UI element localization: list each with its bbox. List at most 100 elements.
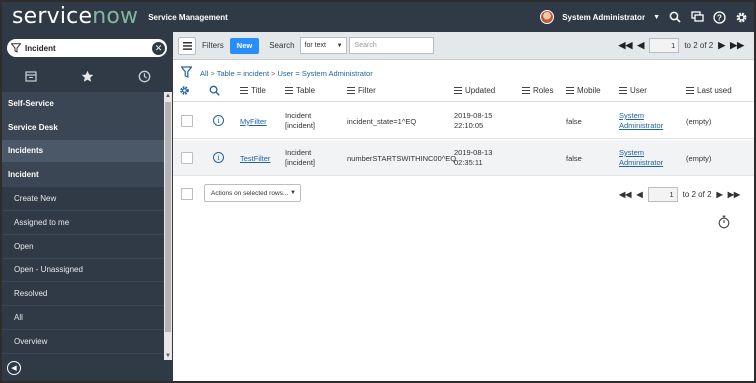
sidebar-item-assigned-to-me[interactable]: Assigned to me [2,211,164,235]
history-clock-icon[interactable] [135,68,155,84]
column-header-table[interactable]: Table [285,86,315,95]
breadcrumb-item[interactable]: Table = incident [217,69,269,78]
column-header-roles[interactable]: Roles [522,86,553,95]
previous-page-icon[interactable]: ◀ [636,190,642,199]
table-row[interactable]: i TestFilter Incident [incident] numberST… [173,140,754,176]
column-header-user[interactable]: User [619,86,647,95]
avatar[interactable] [540,10,555,24]
user-link[interactable]: System Administrator [619,111,663,131]
favorites-star-icon[interactable] [78,68,98,84]
column-header-title[interactable]: Title [240,86,266,95]
clear-filter-icon[interactable]: ✕ [152,41,165,55]
filter-funnel-icon[interactable] [180,66,193,80]
bottom-pager: ◀◀ ◀ 1 to 2 of 2 ▶ ▶▶ [619,187,740,202]
title-link[interactable]: TestFilter [240,154,270,164]
sidebar-item-self-service[interactable]: Self-Service [2,92,164,116]
page-number-input[interactable]: 1 [647,187,678,202]
top-banner: servicenow Service Management System Adm… [2,2,754,32]
connect-chat-icon[interactable] [690,10,704,24]
first-page-icon[interactable]: ◀◀ [619,190,631,199]
last-page-icon[interactable]: ▶▶ [730,40,744,51]
column-header-mobile[interactable]: Mobile [566,86,601,95]
search-label: Search [269,41,295,50]
scroll-up-icon[interactable]: ▲ [165,93,171,99]
previous-page-icon[interactable]: ◀ [637,40,644,51]
row-checkbox[interactable] [181,115,193,127]
navigator-scrollbar[interactable]: ▲ ▼ [164,92,172,360]
first-page-icon[interactable]: ◀◀ [619,40,633,51]
search-icon[interactable] [668,10,682,24]
app-window: servicenow Service Management System Adm… [0,0,756,383]
last-used-cell: (empty) [686,154,712,163]
app-title: Service Management [148,12,228,22]
last-page-icon[interactable]: ▶▶ [728,190,740,199]
column-menu-icon [347,87,355,94]
filter-cell: numberSTARTSWITHINC00^EQ [347,154,457,163]
sidebar-item-create-new[interactable]: Create New [2,187,164,211]
navigator-filter-input[interactable]: Incident [25,44,152,53]
navigator-tabs [2,66,173,86]
list-footer: Actions on selected rows... ▼ ◀◀ ◀ 1 to 2… [173,179,754,209]
column-header-last-used[interactable]: Last used [686,86,732,95]
updated-cell: 2019-08-13 02:35:11 [454,148,493,167]
table-row[interactable]: i MyFilter Incident [incident] incident_s… [173,103,754,139]
title-link[interactable]: MyFilter [240,117,267,127]
application-navigator: Incident ✕ Self-Service Service Desk Incid… [2,32,173,381]
column-header-updated[interactable]: Updated [454,86,495,95]
search-field-select[interactable]: for text ▼ [299,37,347,54]
chevron-down-icon: ▼ [290,190,296,196]
scrollbar-thumb[interactable] [165,102,171,332]
page-range-text: to 2 of 2 [682,190,712,199]
banner-user-area: System Administrator ▼ ? [540,2,748,32]
column-header-filter[interactable]: Filter [347,86,376,95]
user-link[interactable]: System Administrator [619,148,663,168]
mobile-cell: false [566,117,582,126]
navigator-filter[interactable]: Incident ✕ [7,39,167,57]
sidebar-item-all[interactable]: All [2,306,164,330]
breadcrumb-all[interactable]: All [200,69,208,78]
sidebar-item-service-desk[interactable]: Service Desk [2,115,164,140]
list-menu-icon[interactable] [178,36,196,55]
chevron-down-icon: ▼ [336,42,343,49]
column-menu-icon [285,87,293,94]
sidebar-item-incidents[interactable]: Incidents [2,139,164,164]
filters-label: Filters [202,41,224,50]
next-page-icon[interactable]: ▶ [717,190,723,199]
search-input[interactable]: Search [348,37,434,54]
next-page-icon[interactable]: ▶ [718,40,725,51]
sidebar-item-overview[interactable]: Overview [2,330,164,354]
gear-icon[interactable] [734,10,748,24]
search-icon[interactable] [209,85,220,96]
svg-text:?: ? [717,13,722,22]
table-cell: Incident [incident] [285,111,316,130]
scroll-down-icon[interactable]: ▼ [165,353,171,359]
response-time-stopwatch-icon[interactable] [718,215,730,229]
sidebar-item-resolved[interactable]: Resolved [2,282,164,307]
breadcrumb-item[interactable]: User = System Administrator [277,69,372,78]
filter-cell: incident_state=1^EQ [347,117,417,126]
sidebar-item-open[interactable]: Open [2,235,164,259]
sidebar-item-incident[interactable]: Incident [2,163,164,188]
column-menu-icon [566,87,574,94]
column-menu-icon [240,87,248,94]
select-all-checkbox[interactable] [181,188,193,200]
navigator-list: Self-Service Service Desk Incidents Inciden… [2,92,164,360]
servicenow-logo[interactable]: servicenow [12,2,138,32]
row-checkbox[interactable] [181,152,193,164]
personalize-list-gear-icon[interactable] [179,85,190,96]
top-pager: ◀◀ ◀ 1 to 2 of 2 ▶ ▶▶ [619,38,744,53]
chevron-down-icon[interactable]: ▼ [653,14,660,21]
info-icon[interactable]: i [213,115,224,126]
help-icon[interactable]: ? [712,10,726,24]
info-icon[interactable]: i [213,152,224,163]
user-menu[interactable]: System Administrator [562,13,645,22]
new-button[interactable]: New [229,37,260,54]
collapse-navigator-icon[interactable]: ◀ [7,361,21,375]
column-menu-icon [619,87,627,94]
all-apps-tab-icon[interactable] [21,68,41,84]
page-number-input[interactable]: 1 [649,38,680,53]
column-menu-icon [454,87,462,94]
actions-on-selected-select[interactable]: Actions on selected rows... ▼ [204,184,301,202]
sidebar-item-open-unassigned[interactable]: Open - Unassigned [2,259,164,283]
breadcrumb: All > Table = incident > User = System A… [180,66,373,80]
